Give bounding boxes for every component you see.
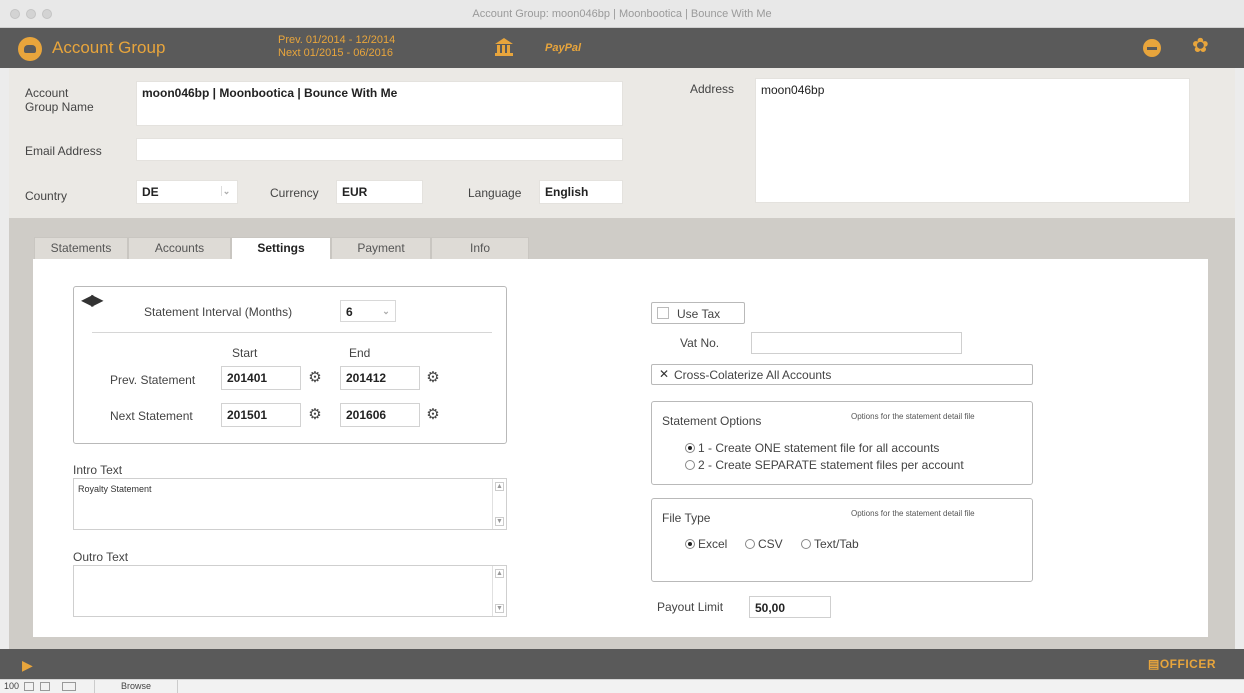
country-dropdown[interactable]: DE ⌄: [136, 180, 238, 204]
scrollbar[interactable]: ▲ ▼: [492, 566, 506, 616]
file-type-hint: Options for the statement detail file: [851, 509, 975, 518]
statement-interval-box: ◀▶ Statement Interval (Months) 6 ⌄ Start…: [73, 286, 507, 444]
language-label: Language: [468, 186, 522, 200]
intro-textarea[interactable]: Royalty Statement ▲ ▼: [73, 478, 507, 530]
prev-period: Prev. 01/2014 - 12/2014: [278, 34, 396, 46]
zoom-out-icon[interactable]: [24, 682, 34, 691]
next-end-field[interactable]: 201606: [340, 403, 420, 427]
chevron-down-icon: ⌄: [221, 186, 231, 196]
dog-icon: ▶: [22, 657, 33, 673]
window-titlebar: Account Group: moon046bp | Moonbootica |…: [0, 0, 1244, 28]
prev-start-field[interactable]: 201401: [221, 366, 301, 390]
gear-icon[interactable]: ⚙: [425, 370, 441, 386]
name-label: Account Group Name: [25, 86, 94, 114]
interval-label: Statement Interval (Months): [144, 305, 293, 319]
radio-button[interactable]: [685, 460, 695, 470]
brand-logo: ▤OFFICER: [1148, 657, 1217, 671]
country-label: Country: [25, 189, 68, 203]
checkbox[interactable]: [657, 307, 669, 319]
file-type-box: File Type Options for the statement deta…: [651, 498, 1033, 582]
payout-limit-field[interactable]: 50,00: [749, 596, 831, 618]
email-label: Email Address: [25, 144, 102, 158]
currency-label: Currency: [270, 186, 319, 200]
scrollbar[interactable]: ▲ ▼: [492, 479, 506, 529]
zoom-level[interactable]: 100: [4, 681, 19, 691]
use-tax-label: Use Tax: [677, 307, 721, 321]
tab-info[interactable]: Info: [431, 237, 529, 259]
interval-dropdown[interactable]: 6 ⌄: [340, 300, 396, 322]
next-start-field[interactable]: 201501: [221, 403, 301, 427]
bank-icon[interactable]: [495, 38, 513, 56]
use-tax-checkbox[interactable]: Use Tax: [651, 302, 745, 324]
name-field[interactable]: moon046bp | Moonbootica | Bounce With Me: [136, 81, 623, 126]
vat-field[interactable]: [751, 332, 962, 354]
option-separate-label: 2 - Create SEPARATE statement files per …: [698, 458, 964, 472]
email-field[interactable]: [136, 138, 623, 161]
radio-button[interactable]: [685, 443, 695, 453]
start-header: Start: [232, 346, 258, 360]
brand-name: OFFICER: [1159, 657, 1217, 671]
app-header: Account Group Prev. 01/2014 - 12/2014 Ne…: [0, 28, 1244, 68]
gear-icon[interactable]: ⚙: [307, 407, 323, 423]
file-type-title: File Type: [662, 511, 711, 525]
next-statement-label: Next Statement: [110, 409, 193, 423]
status-bar: 100 Browse: [0, 679, 1244, 693]
minus-circle-icon[interactable]: [1143, 39, 1161, 57]
chevron-down-icon: ⌄: [382, 306, 390, 316]
excel-label: Excel: [698, 537, 728, 551]
outro-text-label: Outro Text: [73, 550, 129, 564]
tab-settings[interactable]: Settings: [231, 237, 331, 260]
statement-options-title: Statement Options: [662, 414, 762, 428]
account-group-form: Account Group Name moon046bp | Moonbooti…: [9, 68, 1235, 218]
address-label: Address: [690, 82, 735, 96]
option-one-statement[interactable]: 1 - Create ONE statement file for all ac…: [685, 441, 939, 455]
check-mark-icon: ✕: [659, 367, 670, 381]
paypal-button[interactable]: PayPal: [545, 42, 581, 54]
file-type-text-tab[interactable]: Text/Tab: [801, 537, 859, 551]
layout-toggle-icon[interactable]: [62, 682, 76, 691]
option-one-label: 1 - Create ONE statement file for all ac…: [698, 441, 940, 455]
account-group-icon: [18, 37, 42, 61]
zoom-in-icon[interactable]: [40, 682, 50, 691]
tab-accounts[interactable]: Accounts: [128, 237, 231, 259]
outro-textarea[interactable]: ▲ ▼: [73, 565, 507, 617]
prev-end-field[interactable]: 201412: [340, 366, 420, 390]
browse-mode[interactable]: Browse: [94, 680, 178, 693]
radio-button[interactable]: [745, 539, 755, 549]
intro-text-label: Intro Text: [73, 463, 123, 477]
address-field[interactable]: moon046bp: [755, 78, 1190, 203]
cross-colaterize-label: Cross-Colaterize All Accounts: [674, 368, 832, 382]
radio-button[interactable]: [801, 539, 811, 549]
interval-value: 6: [346, 305, 353, 319]
window-title: Account Group: moon046bp | Moonbootica |…: [472, 8, 772, 20]
payout-limit-label: Payout Limit: [657, 600, 724, 614]
file-type-excel[interactable]: Excel: [685, 537, 727, 551]
gear-icon[interactable]: ⚙: [425, 407, 441, 423]
option-separate-statement[interactable]: 2 - Create SEPARATE statement files per …: [685, 458, 964, 472]
cross-colaterize-checkbox[interactable]: ✕ Cross-Colaterize All Accounts: [651, 364, 1033, 385]
arrows-icon: ◀▶: [81, 292, 104, 309]
csv-label: CSV: [758, 537, 783, 551]
vat-label: Vat No.: [680, 336, 720, 350]
tab-payment[interactable]: Payment: [331, 237, 431, 259]
text-tab-label: Text/Tab: [814, 537, 859, 551]
statement-options-hint: Options for the statement detail file: [851, 412, 975, 421]
app-footer: ▶ ▤OFFICER: [0, 649, 1244, 679]
prev-statement-label: Prev. Statement: [110, 373, 196, 387]
tab-statements[interactable]: Statements: [34, 237, 128, 259]
next-period: Next 01/2015 - 06/2016: [278, 47, 393, 59]
country-value: DE: [142, 185, 159, 199]
radio-button[interactable]: [685, 539, 695, 549]
paw-icon[interactable]: ✿: [1192, 36, 1209, 56]
gear-icon[interactable]: ⚙: [307, 370, 323, 386]
end-header: End: [349, 346, 371, 360]
language-field[interactable]: English: [539, 180, 623, 204]
page-title: Account Group: [52, 38, 166, 57]
period-summary: Prev. 01/2014 - 12/2014 Next 01/2015 - 0…: [278, 34, 395, 60]
file-type-csv[interactable]: CSV: [745, 537, 783, 551]
currency-field[interactable]: EUR: [336, 180, 423, 204]
intro-text-value: Royalty Statement: [78, 484, 152, 494]
divider: [92, 332, 492, 333]
statement-options-box: Statement Options Options for the statem…: [651, 401, 1033, 485]
